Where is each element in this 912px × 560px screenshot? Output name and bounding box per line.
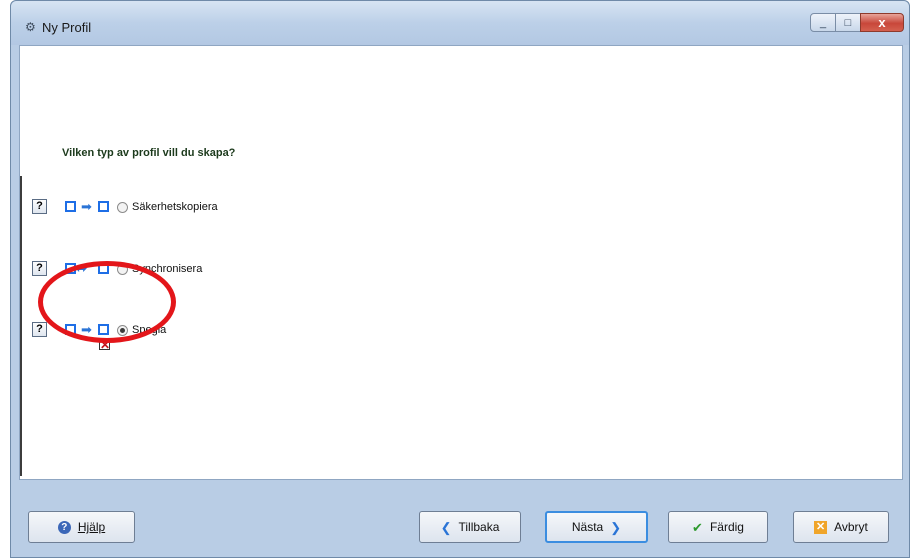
option-label-backup[interactable]: Säkerhetskopiera bbox=[132, 201, 218, 213]
radio-backup[interactable] bbox=[117, 202, 128, 213]
maximize-button[interactable]: □ bbox=[835, 13, 861, 32]
finish-button[interactable]: ✔ Färdig bbox=[668, 511, 768, 543]
chevron-right-icon: ❯ bbox=[610, 519, 622, 535]
highlight-ellipse bbox=[38, 261, 176, 343]
back-button[interactable]: ❮ Tillbaka bbox=[419, 511, 521, 543]
window-title: Ny Profil bbox=[42, 20, 92, 35]
help-button[interactable]: ? Hjälp bbox=[28, 511, 135, 543]
next-button-label: Nästa bbox=[571, 520, 604, 534]
cancel-icon: ✕ bbox=[814, 520, 828, 534]
help-question-icon[interactable]: ? bbox=[32, 261, 47, 276]
question-text: Vilken typ av profil vill du skapa? bbox=[62, 147, 236, 159]
help-icon: ? bbox=[57, 520, 71, 534]
help-button-label: Hjälp bbox=[77, 520, 106, 534]
backup-arrow-icon: ➡ bbox=[81, 199, 92, 214]
help-question-icon[interactable]: ? bbox=[32, 199, 47, 214]
wizard-content: Vilken typ av profil vill du skapa? ? ➡ … bbox=[19, 45, 903, 480]
panel-divider bbox=[20, 176, 22, 476]
finish-button-label: Färdig bbox=[709, 520, 744, 534]
minimize-button[interactable]: _ bbox=[810, 13, 836, 32]
cancel-button[interactable]: ✕ Avbryt bbox=[793, 511, 889, 543]
back-button-label: Tillbaka bbox=[458, 520, 500, 534]
next-button[interactable]: Nästa ❯ bbox=[545, 511, 648, 543]
title-bar[interactable]: ⚙ Ny Profil _ □ x bbox=[11, 1, 909, 45]
close-icon: x bbox=[878, 15, 886, 30]
check-icon: ✔ bbox=[692, 519, 703, 535]
help-question-icon[interactable]: ? bbox=[32, 322, 47, 337]
close-button[interactable]: x bbox=[860, 13, 904, 32]
caption-buttons: _ □ x bbox=[810, 13, 904, 33]
cancel-button-label: Avbryt bbox=[834, 520, 868, 534]
minimize-icon: _ bbox=[819, 16, 827, 29]
maximize-icon: □ bbox=[844, 16, 852, 29]
chevron-left-icon: ❮ bbox=[440, 519, 452, 535]
source-folder-icon bbox=[65, 201, 76, 212]
target-folder-icon bbox=[98, 201, 109, 212]
gear-icon: ⚙ bbox=[25, 20, 36, 34]
